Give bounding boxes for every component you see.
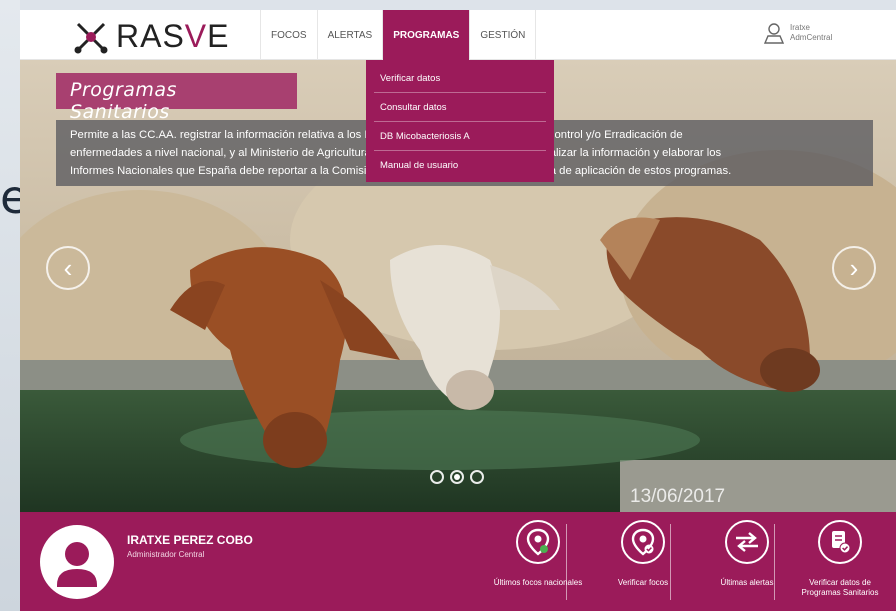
carousel-prev-button[interactable]: ‹ (46, 246, 90, 290)
footer-divider (774, 524, 775, 600)
carousel-indicators (430, 470, 484, 484)
chevron-right-icon: › (849, 252, 859, 283)
brand-accent: V (184, 18, 208, 54)
quick-link-label: Verificar datos de Programas Sanitarios (790, 578, 890, 598)
menu-item-consultar-datos[interactable]: Consultar datos (374, 93, 546, 122)
user-icon (764, 23, 784, 44)
carousel-dot-1[interactable] (430, 470, 444, 484)
hero-title: Programas Sanitarios (56, 73, 297, 123)
document-check-icon (832, 531, 851, 554)
carousel-dot-2[interactable] (450, 470, 464, 484)
rasve-logo[interactable]: RASVE (72, 18, 229, 55)
nav-programas[interactable]: PROGRAMAS (382, 10, 470, 60)
nav-alertas[interactable]: ALERTAS (316, 10, 383, 60)
map-pin-icon (526, 528, 550, 556)
quick-link-circle (725, 520, 769, 564)
footer-divider (566, 524, 567, 600)
quick-link-label: Últimas alertas (720, 578, 774, 587)
quick-link-circle (516, 520, 560, 564)
background-strip: e (0, 0, 28, 611)
menu-item-verificar-datos[interactable]: Verificar datos (374, 64, 546, 93)
nav-gestion[interactable]: GESTIÓN (469, 10, 537, 60)
alert-arrows-icon (736, 532, 758, 552)
brand-name: RASVE (116, 18, 229, 55)
user-avatar-icon (57, 542, 97, 587)
carousel-next-button[interactable]: › (832, 246, 876, 290)
nav-focos[interactable]: FOCOS (260, 10, 317, 60)
avatar (40, 525, 114, 599)
quick-link-label: Últimos focos nacionales (493, 578, 583, 587)
quick-link-label-line: Verificar datos de (809, 578, 871, 587)
user-role: AdmCentral (790, 33, 833, 42)
brand-prefix: RAS (116, 18, 185, 54)
programas-dropdown-menu: Verificar datos Consultar datos DB Micob… (366, 60, 554, 182)
quick-link-ultimos-focos[interactable]: Últimos focos nacionales (488, 520, 588, 610)
user-name: Iratxe (790, 23, 811, 32)
map-pin-check-icon (631, 528, 655, 556)
user-footer-bar: IRATXE PEREZ COBO Administrador Central … (20, 512, 896, 611)
user-info: Iratxe AdmCentral (790, 23, 832, 43)
footer-user-role: Administrador Central (127, 550, 205, 559)
quick-link-ultimas-alertas[interactable]: Últimas alertas (697, 520, 797, 610)
photo-date: 13/06/2017 (630, 486, 726, 507)
quick-link-verificar-programas[interactable]: Verificar datos de Programas Sanitarios (790, 520, 890, 610)
quick-link-circle (621, 520, 665, 564)
quick-link-label: Verificar focos (617, 578, 669, 587)
quick-link-label-line: Programas Sanitarios (801, 588, 879, 597)
menu-item-db-micobacteriosis[interactable]: DB Micobacteriosis A (374, 122, 546, 151)
footer-divider (670, 524, 671, 600)
quick-link-circle (818, 520, 862, 564)
menu-item-manual-usuario[interactable]: Manual de usuario (374, 151, 546, 180)
chevron-left-icon: ‹ (63, 252, 73, 283)
top-header: RASVE FOCOS ALERTAS PROGRAMAS GESTIÓN Ir… (20, 10, 896, 60)
main-nav: FOCOS ALERTAS PROGRAMAS GESTIÓN (260, 10, 537, 60)
user-menu[interactable]: Iratxe AdmCentral (764, 22, 832, 44)
molecule-logo-icon (74, 22, 108, 53)
brand-suffix: E (207, 18, 230, 54)
carousel-dot-3[interactable] (470, 470, 484, 484)
quick-link-verificar-focos[interactable]: Verificar focos (593, 520, 693, 610)
footer-user-name: IRATXE PEREZ COBO (127, 533, 253, 547)
app-window: RASVE FOCOS ALERTAS PROGRAMAS GESTIÓN Ir… (20, 10, 896, 611)
